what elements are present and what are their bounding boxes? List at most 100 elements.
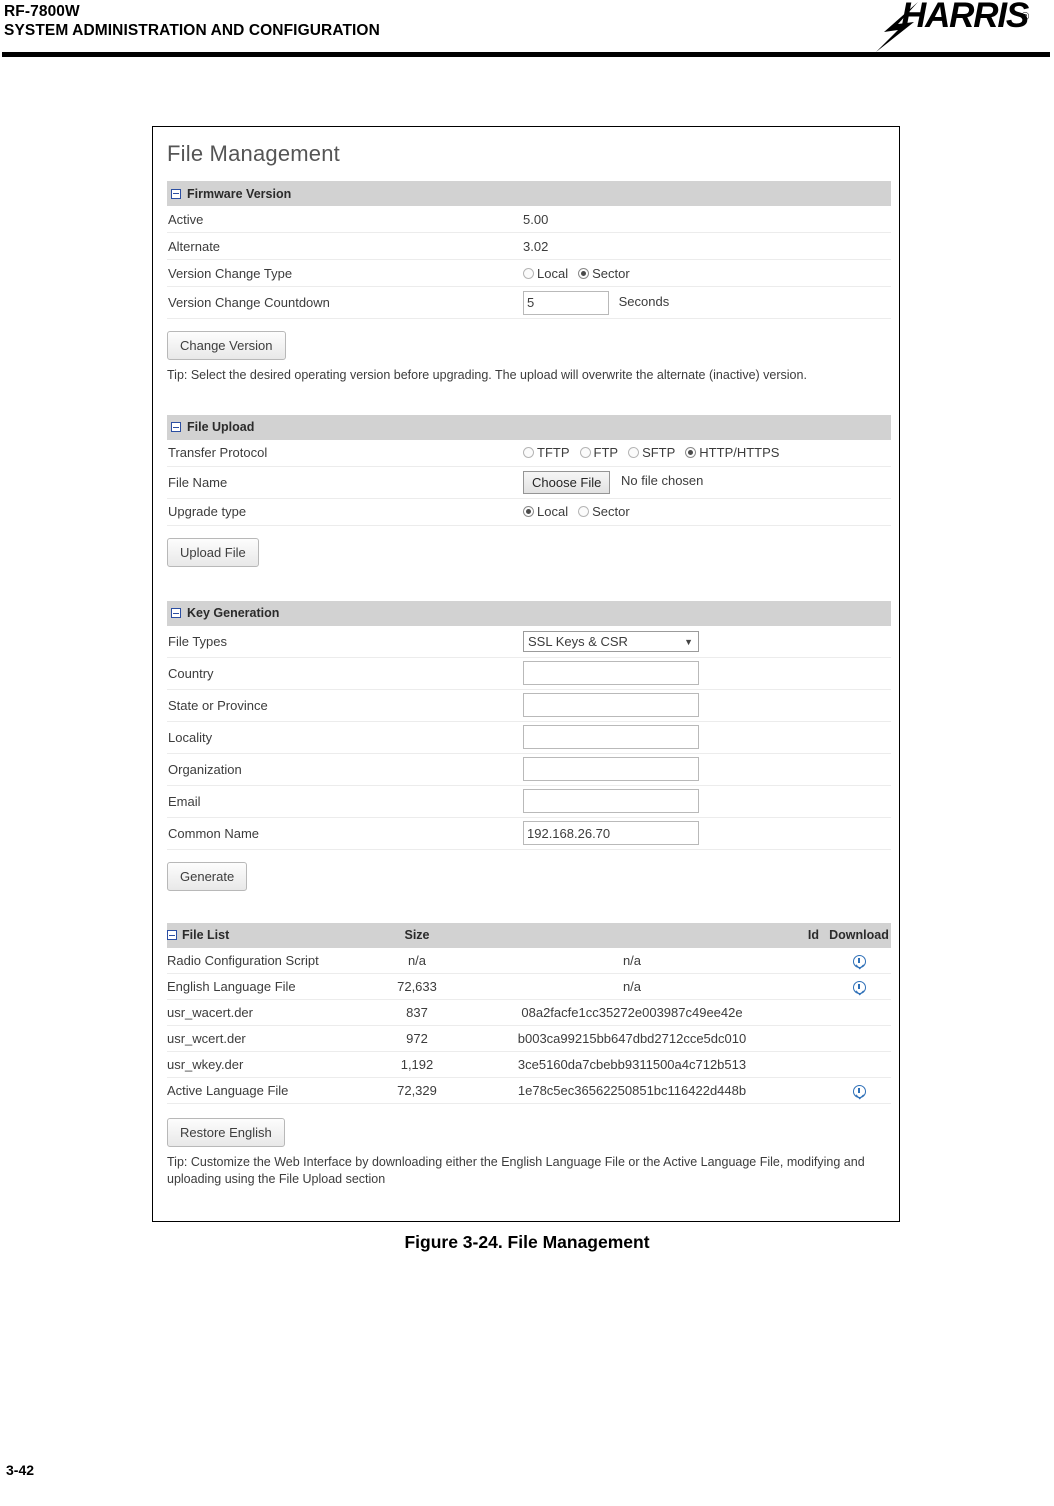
file-size-cell: 837 (406, 1004, 428, 1020)
chevron-down-icon: ▼ (684, 636, 693, 647)
email-input[interactable] (523, 789, 699, 813)
row-country: Country (167, 658, 891, 690)
radio-protocol-http-https[interactable] (685, 447, 697, 458)
file-management-screenshot: File Management Firmware Version Active … (152, 126, 900, 1222)
file-id-cell: 08a2facfe1cc35272e003987c49ee42e (521, 1004, 743, 1020)
radio-protocol-ftp-label: FTP (593, 445, 619, 460)
choose-file-button[interactable]: Choose File (523, 470, 611, 494)
transfer-protocol-label: Transfer Protocol (168, 445, 268, 460)
row-transfer-protocol: Transfer Protocol TFTP FTP SFTP HTTP/HTTPS (167, 440, 891, 467)
change-version-button[interactable]: Change Version (167, 331, 286, 360)
alternate-version-value: 3.02 (523, 238, 549, 254)
radio-version-change-local-label: Local (537, 265, 569, 281)
file-list-tip: Tip: Customize the Web Interface by down… (167, 1154, 865, 1187)
alternate-version-label: Alternate (168, 238, 221, 254)
row-state-or-province: State or Province (167, 690, 891, 722)
collapse-minus-icon[interactable] (171, 608, 181, 618)
locality-control (523, 725, 891, 749)
radio-version-change-sector-label: Sector (592, 265, 630, 281)
version-change-type-options: Local Sector (523, 266, 891, 281)
file-types-select[interactable]: SSL Keys & CSR ▼ (523, 630, 699, 652)
generate-button-wrap: Generate (167, 861, 899, 891)
radio-upgrade-local[interactable] (523, 506, 534, 517)
file-size-cell: n/a (407, 952, 427, 968)
generate-button[interactable]: Generate (167, 861, 248, 891)
file-download-cell[interactable] (827, 978, 891, 994)
harris-wordmark: HARRIS ® (901, 0, 1029, 35)
collapse-minus-icon[interactable] (167, 930, 177, 940)
chosen-file-status: No file chosen (621, 473, 704, 489)
radio-version-change-sector[interactable] (578, 267, 590, 279)
file-list-header-id: Id (807, 928, 819, 942)
file-download-cell[interactable] (827, 1082, 891, 1098)
radio-upgrade-sector[interactable] (578, 506, 590, 517)
harris-wordmark-text: HARRIS (901, 0, 1029, 35)
section-header-firmware-version[interactable]: Firmware Version (167, 181, 891, 206)
version-change-countdown-label: Version Change Countdown (168, 295, 330, 310)
radio-protocol-ftp[interactable] (579, 447, 591, 458)
organization-input[interactable] (523, 757, 699, 781)
header-divider (2, 52, 1050, 57)
file-id-cell: 1e78c5ec36562250851bc116422d448b (517, 1082, 747, 1098)
state-or-province-input[interactable] (523, 693, 699, 717)
row-version-change-countdown: Version Change Countdown Seconds (167, 287, 891, 319)
table-row: usr_wacert.der 837 08a2facfe1cc35272e00398… (167, 1000, 891, 1026)
radio-protocol-http-https-label: HTTP/HTTPS (699, 445, 780, 460)
file-download-cell[interactable] (827, 952, 891, 968)
file-id-cell: n/a (622, 978, 642, 994)
row-email: Email (167, 786, 891, 818)
file-list-header-name-label: File List (182, 928, 230, 942)
download-icon[interactable] (852, 980, 866, 994)
file-size-cell: 972 (406, 1030, 428, 1046)
figure-caption: Figure 3-24. File Management (404, 1232, 650, 1252)
file-name-cell: usr_wkey.der (167, 1056, 244, 1072)
file-name-cell: Radio Configuration Script (167, 952, 319, 968)
row-file-name: File Name Choose File No file chosen (167, 467, 891, 499)
page-header: RF-7800W SYSTEM ADMINISTRATION AND CONFI… (0, 0, 1054, 58)
radio-protocol-sftp[interactable] (628, 447, 640, 458)
file-types-control: SSL Keys & CSR ▼ (523, 630, 891, 652)
common-name-input[interactable] (523, 821, 699, 845)
file-list-header[interactable]: File List Size Id Download (167, 922, 891, 948)
registered-mark: ® (1021, 11, 1029, 23)
country-label: Country (168, 665, 214, 681)
file-list-header-name: File List (167, 928, 367, 942)
download-icon[interactable] (852, 1084, 866, 1098)
download-icon[interactable] (852, 954, 866, 968)
row-file-types: File Types SSL Keys & CSR ▼ (167, 626, 891, 658)
table-row: English Language File 72,633 n/a (167, 974, 891, 1000)
section-header-key-generation[interactable]: Key Generation (167, 600, 891, 626)
page-number: 3-42 (6, 1462, 35, 1478)
collapse-minus-icon[interactable] (171, 188, 181, 199)
country-input[interactable] (523, 661, 699, 685)
file-size-cell: 1,192 (400, 1056, 434, 1072)
file-name-cell: Active Language File (167, 1082, 289, 1098)
version-change-countdown-input[interactable] (523, 290, 609, 315)
radio-version-change-local[interactable] (523, 267, 534, 279)
file-name-control: Choose File No file chosen (523, 470, 891, 494)
file-id-cell: 3ce5160da7cbebb9311500a4c712b513 (517, 1056, 747, 1072)
table-row: Radio Configuration Script n/a n/a (167, 948, 891, 974)
locality-label: Locality (168, 729, 213, 745)
row-organization: Organization (167, 754, 891, 786)
upload-file-button[interactable]: Upload File (167, 537, 259, 567)
radio-protocol-tftp[interactable] (523, 447, 534, 458)
section-header-firmware-version-label: Firmware Version (187, 186, 292, 201)
organization-label: Organization (168, 761, 242, 777)
radio-upgrade-local-label: Local (537, 504, 569, 519)
document-title-line1: RF-7800W (4, 3, 80, 20)
radio-protocol-sftp-label: SFTP (642, 445, 676, 460)
file-list-header-download: Download (829, 928, 889, 942)
harris-logo: HARRIS ® (822, 0, 1042, 52)
common-name-control (523, 821, 891, 845)
section-header-file-upload[interactable]: File Upload (167, 414, 891, 440)
file-size-cell: 72,633 (397, 978, 437, 994)
radio-upgrade-sector-label: Sector (592, 504, 630, 519)
locality-input[interactable] (523, 725, 699, 749)
section-header-key-generation-label: Key Generation (187, 606, 280, 620)
row-locality: Locality (167, 722, 891, 754)
restore-english-button[interactable]: Restore English (167, 1117, 285, 1147)
file-name-cell: usr_wcert.der (167, 1030, 246, 1046)
file-id-cell: b003ca99215bb647dbd2712cce5dc010 (517, 1030, 747, 1046)
collapse-minus-icon[interactable] (171, 422, 181, 432)
